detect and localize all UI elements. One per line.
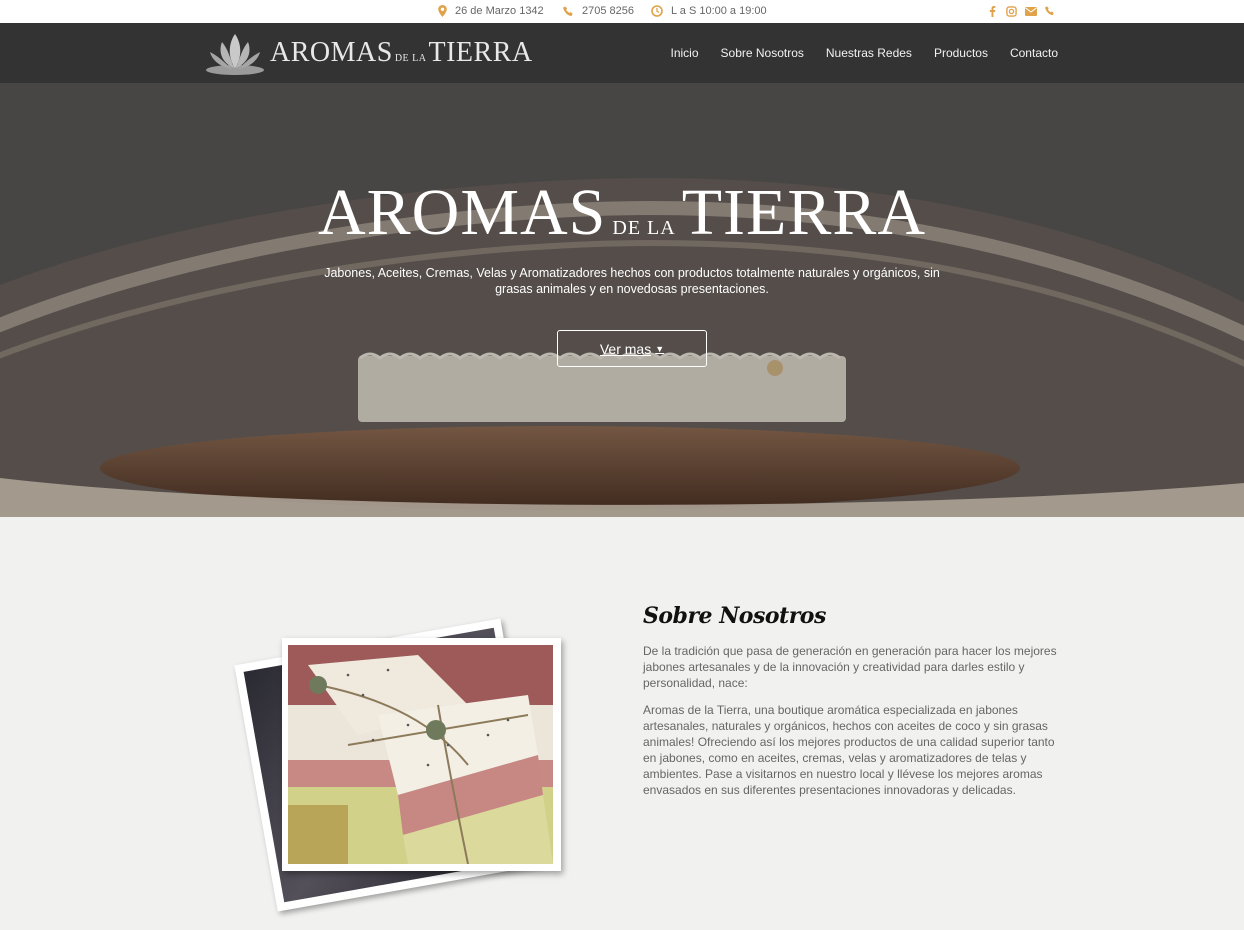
brand-name-part2: TIERRA [428, 37, 533, 68]
nav-item-sobre-nosotros[interactable]: Sobre Nosotros [721, 46, 804, 60]
address-info: 26 de Marzo 1342 [438, 5, 544, 17]
brand-name-part1: AROMAS [270, 37, 393, 68]
hero-title-mid: DE LA [612, 217, 676, 239]
clock-icon [651, 5, 663, 17]
caret-down-icon: ▼ [655, 343, 665, 354]
soap-bars-image [288, 645, 553, 864]
envelope-icon[interactable] [1024, 4, 1037, 18]
lotus-icon [206, 34, 264, 75]
phone-info: 2705 8256 [563, 5, 634, 17]
nav-item-productos[interactable]: Productos [934, 46, 988, 60]
phone-social-icon[interactable] [1043, 4, 1056, 18]
ver-mas-label: Ver mas [599, 340, 652, 357]
hero-title-part1: AROMAS [317, 176, 607, 249]
brand-logo[interactable]: AROMAS DE LATIERRA [204, 28, 533, 78]
address-text: 26 de Marzo 1342 [455, 5, 544, 17]
top-info-bar: 26 de Marzo 1342 2705 8256 L a S 10:00 a… [0, 0, 1244, 23]
ver-mas-button[interactable]: Ver mas ▼ [557, 330, 707, 367]
brand-name-mid: DE LA [394, 53, 427, 64]
brand-name: AROMAS DE LATIERRA [270, 37, 533, 69]
nav-item-contacto[interactable]: Contacto [1010, 46, 1058, 60]
social-links [986, 4, 1056, 18]
phone-icon [563, 5, 573, 16]
hours-text: L a S 10:00 a 19:00 [671, 5, 767, 17]
about-paragraph-1: De la tradición que pasa de generación e… [643, 644, 1057, 690]
hours-info: L a S 10:00 a 19:00 [651, 5, 767, 17]
main-navbar: AROMAS DE LATIERRA Inicio Sobre Nosotros … [0, 23, 1244, 83]
about-title: Sobre Nosotros [643, 603, 826, 629]
phone-text: 2705 8256 [582, 5, 634, 17]
hero-title: AROMAS DE LATIERRA [0, 175, 1244, 251]
nav-item-nuestras-redes[interactable]: Nuestras Redes [826, 46, 912, 60]
hero-section: AROMAS DE LATIERRA Jabones, Aceites, Crem… [0, 83, 1244, 517]
map-marker-icon [438, 5, 447, 17]
instagram-icon[interactable] [1005, 4, 1018, 18]
hero-background-image [0, 83, 1244, 517]
photo-front [282, 638, 561, 871]
hero-title-part2: TIERRA [681, 176, 927, 249]
about-paragraph-2: Aromas de la Tierra, una boutique aromát… [643, 703, 1055, 797]
main-nav: Inicio Sobre Nosotros Nuestras Redes Pro… [671, 46, 1059, 60]
hero-subtitle: Jabones, Aceites, Cremas, Velas y Aromat… [324, 266, 940, 296]
facebook-icon[interactable] [986, 4, 999, 18]
nav-item-inicio[interactable]: Inicio [671, 46, 699, 60]
